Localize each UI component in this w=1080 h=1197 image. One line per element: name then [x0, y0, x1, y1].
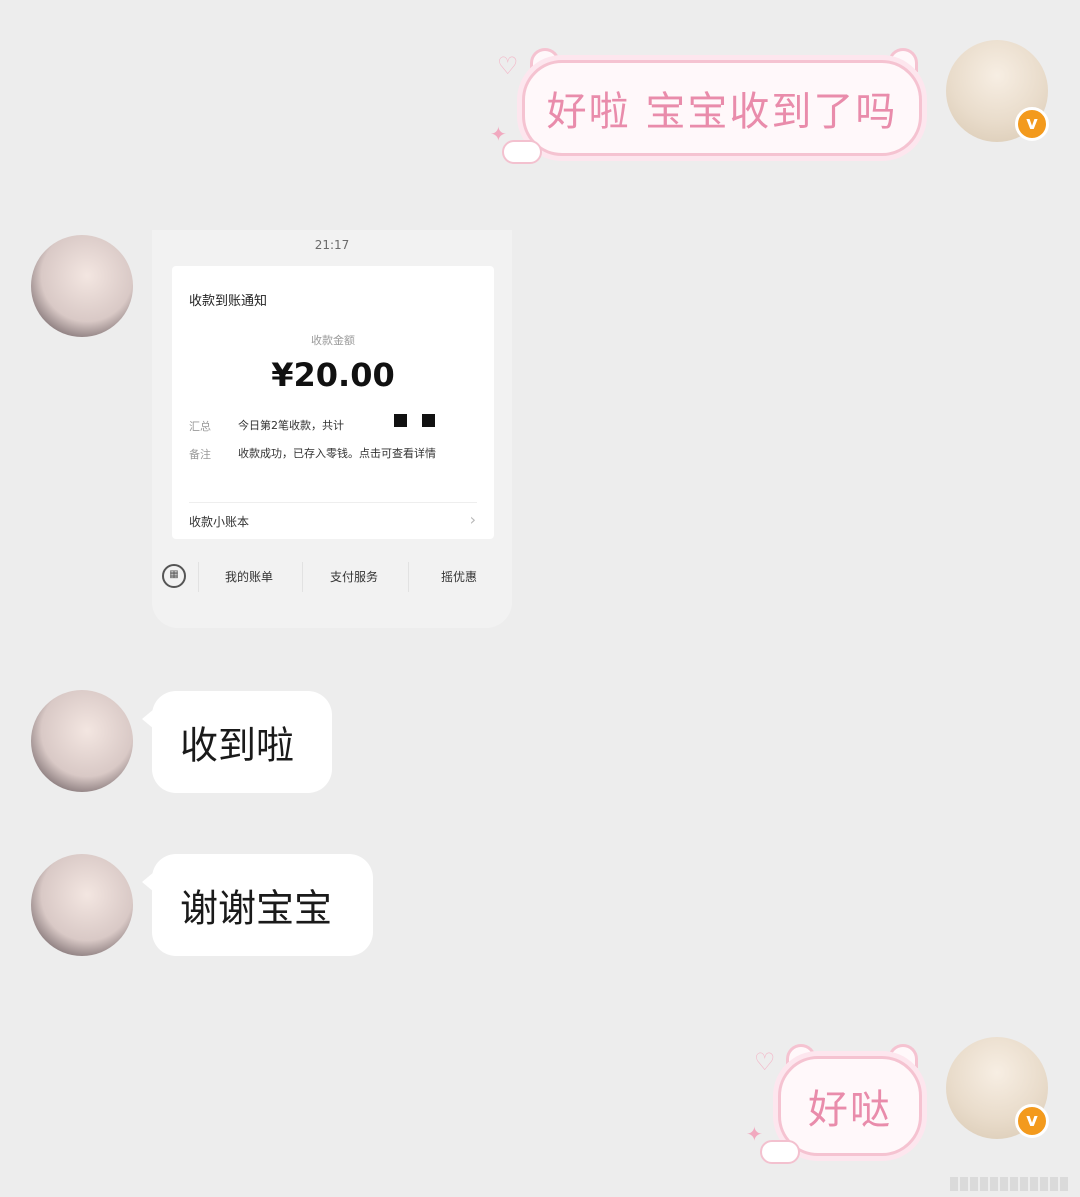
message-bubble[interactable]: 好啦 宝宝收到了吗: [522, 60, 922, 156]
sparkle-icon: ✦: [490, 122, 507, 146]
bunny-icon: [502, 140, 542, 164]
v-badge-icon: v: [1015, 1104, 1049, 1138]
bubble-tail: [142, 709, 154, 729]
summary-label: 汇总: [189, 420, 211, 433]
menu-item-bills[interactable]: 我的账单: [204, 568, 294, 585]
bunny-icon: [760, 1140, 800, 1164]
menu-separator: [198, 562, 199, 592]
message-bubble[interactable]: 谢谢宝宝: [142, 854, 373, 956]
menu-separator: [408, 562, 409, 592]
note-label: 备注: [189, 448, 211, 461]
payment-notice-card: 收款到账通知 收款金额 ¥20.00 汇总 今日第2笔收款，共计 备注 收款成功…: [172, 266, 494, 539]
redaction-block: [422, 414, 435, 427]
avatar-contact[interactable]: [31, 690, 133, 792]
message-text: 好啦 宝宝收到了吗: [546, 89, 898, 135]
heart-icon: ♡: [497, 52, 519, 80]
message-text: 好哒: [808, 1087, 892, 1133]
message-text: 谢谢宝宝: [180, 886, 333, 931]
service-menu-bar: ▦ 我的账单 支付服务 摇优惠: [152, 552, 512, 602]
note-value: 收款成功，已存入零钱。点击可查看详情: [238, 447, 436, 460]
menu-item-deals[interactable]: 摇优惠: [414, 568, 504, 585]
menu-separator: [302, 562, 303, 592]
sparkle-icon: ✦: [746, 1122, 763, 1146]
redaction-block: [394, 414, 407, 427]
message-bubble[interactable]: 好哒: [778, 1056, 922, 1156]
avatar-contact[interactable]: [31, 854, 133, 956]
bubble-tail: [142, 872, 154, 892]
keyboard-icon[interactable]: ▦: [162, 564, 186, 588]
summary-value: 今日第2笔收款，共计: [238, 419, 344, 432]
heart-icon: ♡: [754, 1048, 776, 1076]
payment-screenshot[interactable]: 21:17 收款到账通知 收款金额 ¥20.00 汇总 今日第2笔收款，共计 备…: [152, 230, 512, 628]
v-badge-icon: v: [1015, 107, 1049, 141]
avatar-contact[interactable]: [31, 235, 133, 337]
chevron-right-icon: ›: [469, 510, 476, 529]
amount-value: ¥20.00: [271, 356, 395, 394]
menu-item-services[interactable]: 支付服务: [309, 568, 399, 585]
ledger-link[interactable]: 收款小账本: [189, 513, 249, 530]
screenshot-time: 21:17: [314, 238, 350, 252]
message-text: 收到啦: [180, 723, 295, 768]
notice-title: 收款到账通知: [189, 294, 268, 309]
message-bubble[interactable]: 收到啦: [142, 691, 332, 793]
watermark: [950, 1177, 1068, 1191]
divider: [189, 502, 477, 503]
amount-label: 收款金额: [311, 334, 355, 347]
